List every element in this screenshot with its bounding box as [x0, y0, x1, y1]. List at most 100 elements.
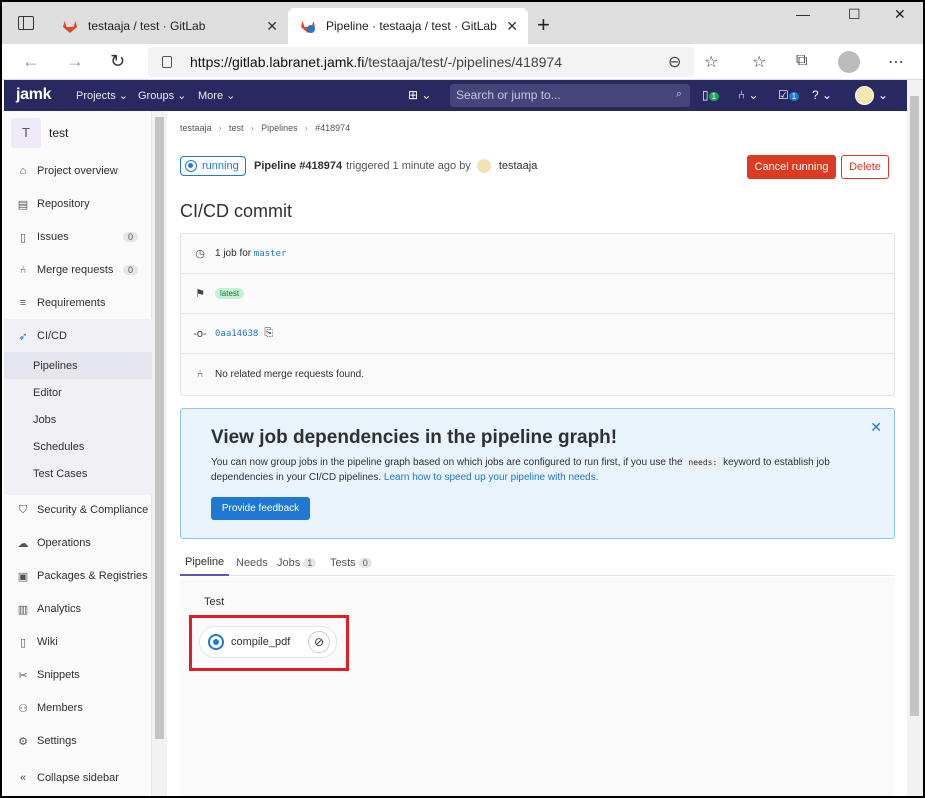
triggered-text: triggered 1 minute ago by — [346, 160, 471, 172]
search-input[interactable]: Search or jump to... ⌕ — [450, 84, 690, 107]
url-field[interactable]: https://gitlab.labranet.jamk.fi/testaaja… — [148, 47, 694, 77]
pipeline-tabs: Pipeline Needs Jobs 1 Tests 0 — [180, 546, 895, 576]
sidebar-project[interactable]: T test — [11, 118, 68, 148]
browser-tab-project[interactable]: testaaja / test · GitLab ✕ — [50, 8, 288, 44]
tab-pipeline[interactable]: Pipeline — [180, 549, 230, 576]
tab-tests[interactable]: Tests 0 — [330, 549, 372, 576]
trigger-user[interactable]: testaaja — [499, 160, 538, 172]
collapse-sidebar-button[interactable]: «Collapse sidebar — [4, 763, 152, 793]
sidebar-item-issues[interactable]: ▯ Issues 0 — [4, 222, 152, 252]
projects-menu[interactable]: Projects ⌄ — [76, 89, 128, 102]
url-host: https://gitlab.labranet.jamk.fi — [190, 54, 365, 70]
tab-actions-icon[interactable] — [18, 16, 34, 30]
needs-docs-link[interactable]: Learn how to speed up your pipeline with… — [384, 472, 599, 483]
wiki-icon: ▯ — [19, 636, 27, 649]
close-icon[interactable]: ✕ — [870, 419, 882, 436]
scissors-icon: ✂ — [18, 669, 28, 682]
todos-icon[interactable]: ☑ 1 — [778, 88, 800, 102]
merge-request-icon: ⑃ — [19, 264, 27, 276]
commit-icon: -o- — [193, 327, 207, 340]
sidebar-item-settings[interactable]: ⚙ Settings — [4, 726, 152, 756]
favorites-icon[interactable]: ☆ — [752, 52, 766, 72]
sidebar-item-project-overview[interactable]: ⌂ Project overview — [4, 156, 152, 186]
help-icon[interactable]: ? ⌄ — [812, 88, 832, 102]
sidebar-sub-pipelines[interactable]: Pipelines — [4, 352, 152, 379]
scroll-thumb[interactable] — [910, 96, 919, 716]
jobs-row: ◷ 1 job for master — [181, 234, 894, 274]
minimize-icon[interactable]: — — [796, 6, 810, 22]
book-icon: ▤ — [17, 198, 29, 211]
issues-count: 0 — [122, 232, 138, 242]
new-tab-icon[interactable]: + — [537, 12, 550, 38]
new-item-icon[interactable]: ⊞ ⌄ — [408, 88, 431, 102]
tab-jobs[interactable]: Jobs 1 — [277, 549, 317, 576]
zoom-icon[interactable]: ⊖ — [668, 52, 681, 72]
users-icon: ⚇ — [18, 702, 28, 715]
breadcrumb-item[interactable]: #418974 — [315, 123, 350, 133]
user-avatar[interactable] — [476, 159, 491, 173]
browser-profile-avatar[interactable] — [838, 51, 860, 73]
sidebar-item-packages[interactable]: ▣ Packages & Registries — [4, 561, 152, 591]
gitlab-running-favicon-icon — [301, 21, 315, 33]
clock-icon: ◷ — [195, 248, 205, 260]
home-icon: ⌂ — [19, 165, 27, 177]
sidebar-item-operations[interactable]: ☁ Operations — [4, 528, 152, 558]
delete-button[interactable]: Delete — [841, 155, 889, 179]
job-compile-pdf[interactable]: compile_pdf ⊘ — [199, 626, 337, 658]
shield-icon: ⛉ — [18, 503, 28, 516]
address-bar: ← → ↻ https://gitlab.labranet.jamk.fi/te… — [0, 44, 925, 80]
breadcrumb-item[interactable]: test — [229, 123, 244, 133]
search-icon: ⌕ — [675, 88, 682, 100]
gitlab-logo[interactable]: jamk — [16, 86, 52, 104]
gitlab-navbar: jamk Projects ⌄ Groups ⌄ More ⌄ ⊞ ⌄ Sear… — [4, 80, 907, 111]
sidebar-item-snippets[interactable]: ✂ Snippets — [4, 660, 152, 690]
back-icon[interactable]: ← — [22, 51, 40, 72]
user-avatar[interactable] — [855, 86, 874, 105]
sidebar-item-merge-requests[interactable]: ⑃ Merge requests 0 — [4, 255, 152, 285]
close-tab-icon[interactable]: ✕ — [266, 18, 278, 35]
merge-requests-count: 0 — [122, 265, 138, 275]
sidebar-item-requirements[interactable]: ≡ Requirements — [4, 288, 152, 318]
maximize-icon[interactable]: ☐ — [848, 6, 861, 23]
sidebar-sub-editor[interactable]: Editor — [4, 379, 152, 406]
commit-sha-link[interactable]: 0aa14638 — [215, 329, 258, 339]
sidebar-item-members[interactable]: ⚇ Members — [4, 693, 152, 723]
cancel-job-icon[interactable]: ⊘ — [308, 631, 330, 653]
provide-feedback-button[interactable]: Provide feedback — [211, 497, 310, 520]
more-menu[interactable]: More ⌄ — [198, 89, 235, 102]
project-name: test — [49, 126, 69, 140]
breadcrumb-item[interactable]: testaaja — [180, 123, 212, 133]
sidebar-item-analytics[interactable]: ▥ Analytics — [4, 594, 152, 624]
sidebar-sub-test-cases[interactable]: Test Cases — [4, 460, 152, 487]
status-badge[interactable]: running — [180, 156, 246, 176]
tab-title: testaaja / test · GitLab — [88, 19, 206, 33]
sidebar-sub-jobs[interactable]: Jobs — [4, 406, 152, 433]
branch-link[interactable]: master — [254, 249, 287, 259]
copy-icon[interactable]: ⎘ — [264, 327, 273, 340]
sidebar-item-cicd[interactable]: ➶ CI/CD — [4, 321, 152, 351]
refresh-icon[interactable]: ↻ — [110, 51, 125, 72]
sidebar-item-security[interactable]: ⛉ Security & Compliance — [4, 495, 152, 525]
groups-menu[interactable]: Groups ⌄ — [138, 89, 186, 102]
collections-icon[interactable]: ⧉ — [796, 52, 807, 70]
breadcrumb-item[interactable]: Pipelines — [261, 123, 298, 133]
sidebar-item-repository[interactable]: ▤ Repository — [4, 189, 152, 219]
sidebar-scrollbar[interactable] — [152, 111, 167, 798]
add-favorite-icon[interactable]: ☆ — [704, 52, 718, 72]
sidebar-sub-schedules[interactable]: Schedules — [4, 433, 152, 460]
tab-needs[interactable]: Needs — [236, 549, 268, 576]
chevron-down-icon[interactable]: ⌄ — [878, 88, 888, 102]
scroll-thumb[interactable] — [155, 117, 164, 739]
browser-tab-bar: testaaja / test · GitLab ✕ Pipeline · te… — [0, 0, 925, 44]
page-scrollbar[interactable] — [907, 80, 923, 798]
issues-icon: ▯ — [19, 231, 27, 244]
close-window-icon[interactable]: ✕ — [894, 6, 906, 23]
close-tab-icon[interactable]: ✕ — [506, 18, 518, 35]
cancel-running-button[interactable]: Cancel running — [747, 155, 836, 179]
merge-requests-icon[interactable]: ⑃ ⌄ — [738, 88, 759, 102]
forward-icon[interactable]: → — [66, 51, 84, 72]
sidebar-item-wiki[interactable]: ▯ Wiki — [4, 627, 152, 657]
browser-tab-pipeline[interactable]: Pipeline · testaaja / test · GitLab ✕ — [288, 8, 528, 44]
more-icon[interactable]: ⋯ — [888, 52, 904, 72]
issues-icon[interactable]: ▯ 1 — [702, 88, 720, 102]
